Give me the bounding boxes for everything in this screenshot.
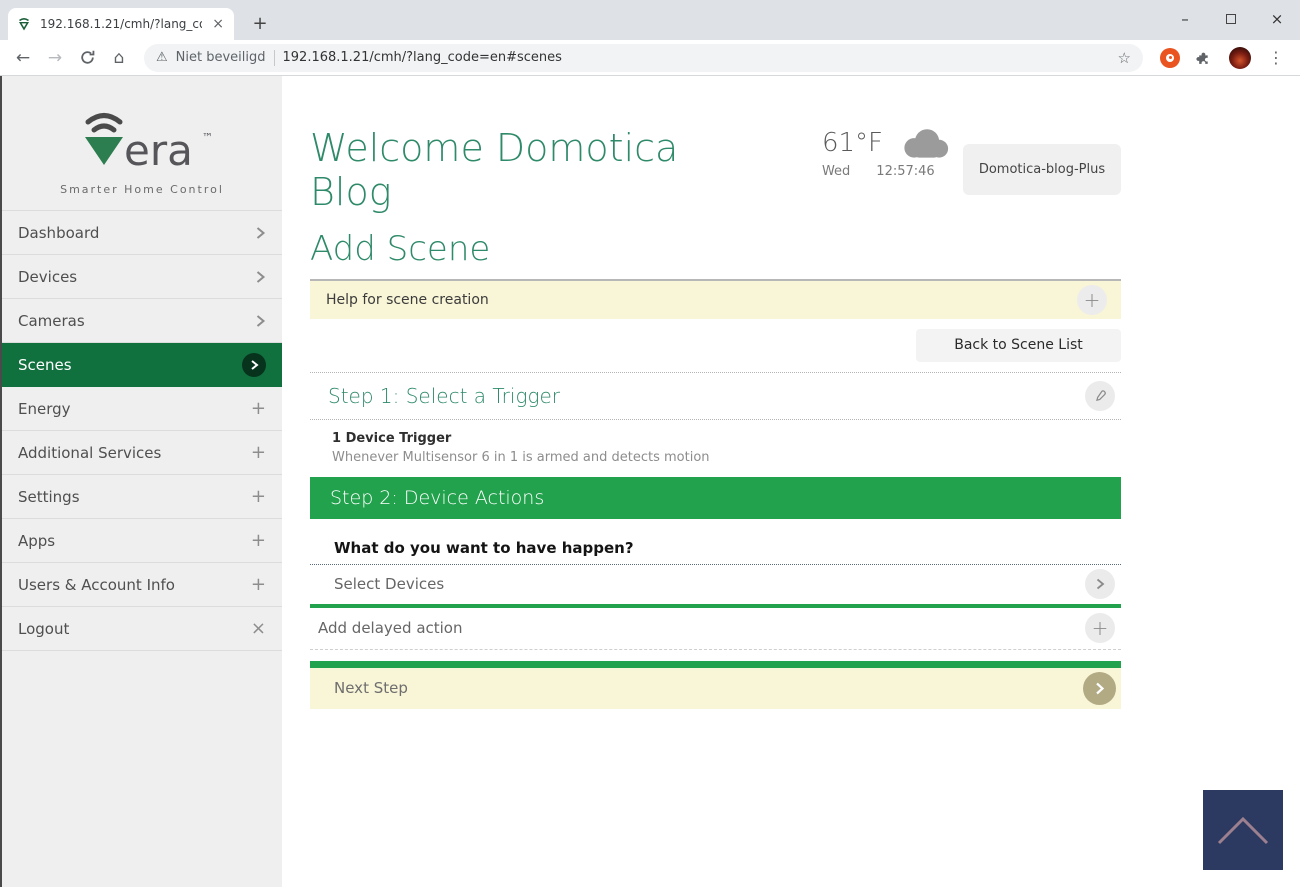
not-secure-warning-icon: ⚠ <box>156 50 168 65</box>
chevron-up-icon <box>1214 813 1272 847</box>
weather-widget: 61°F <box>822 126 949 215</box>
vera-favicon <box>16 16 32 32</box>
add-plus-icon[interactable]: + <box>1085 613 1115 643</box>
scroll-to-top-button[interactable] <box>1203 790 1283 870</box>
trigger-description: Whenever Multisensor 6 in 1 is armed and… <box>332 450 1121 465</box>
reload-icon <box>79 49 96 66</box>
browser-menu-icon[interactable]: ⋮ <box>1262 48 1290 67</box>
weekday: Wed <box>822 164 850 179</box>
extensions-puzzle-icon[interactable] <box>1196 49 1213 66</box>
bookmark-star-icon[interactable]: ☆ <box>1118 49 1131 67</box>
chevron-right-icon <box>255 269 266 285</box>
sidebar-item-settings[interactable]: Settings + <box>2 475 282 519</box>
sidebar-item-cameras[interactable]: Cameras <box>2 299 282 343</box>
step2-title: Step 2: Device Actions <box>330 487 544 509</box>
sidebar-nav: Dashboard Devices Cameras Scenes <box>2 210 282 651</box>
maximize-icon <box>1226 14 1236 24</box>
add-delayed-action-label: Add delayed action <box>318 619 463 637</box>
browser-tab[interactable]: 192.168.1.21/cmh/?lang_code=e × <box>8 8 234 40</box>
step1-header: Step 1: Select a Trigger <box>310 372 1121 420</box>
clock-time: 12:57:46 <box>876 164 934 179</box>
plus-icon: + <box>251 400 266 418</box>
next-chevron-icon[interactable] <box>1083 672 1116 705</box>
sidebar-item-logout[interactable]: Logout × <box>2 607 282 651</box>
help-bar-label: Help for scene creation <box>326 292 489 308</box>
window-minimize-button[interactable]: – <box>1162 0 1208 38</box>
back-to-scene-list-button[interactable]: Back to Scene List <box>916 329 1121 362</box>
controller-select-button[interactable]: Domotica-blog-Plus <box>963 144 1121 195</box>
window-controls: – × <box>1162 0 1300 38</box>
brand-text: era <box>124 126 193 175</box>
chevron-right-circle-icon <box>242 353 266 377</box>
plus-icon: + <box>251 444 266 462</box>
sidebar-item-dashboard[interactable]: Dashboard <box>2 211 282 255</box>
page-title: Add Scene <box>310 229 1121 269</box>
welcome-title: Welcome Domotica Blog <box>310 126 750 215</box>
step1-title: Step 1: Select a Trigger <box>328 384 560 408</box>
cloud-icon <box>897 126 949 160</box>
page-header: Welcome Domotica Blog 61°F <box>310 126 1121 215</box>
address-bar[interactable]: ⚠ Niet beveiligd 192.168.1.21/cmh/?lang_… <box>144 44 1143 72</box>
ubuntu-extension-icon[interactable] <box>1160 48 1180 68</box>
sidebar-item-scenes[interactable]: Scenes <box>2 343 282 387</box>
vera-logo: era ™ Smarter Home Control <box>2 76 282 210</box>
edit-pencil-icon[interactable] <box>1085 381 1115 411</box>
temperature: 61°F <box>822 128 883 158</box>
next-step-button[interactable]: Next Step <box>310 668 1121 709</box>
sidebar-item-additional-services[interactable]: Additional Services + <box>2 431 282 475</box>
vera-app-page: era ™ Smarter Home Control Dashboard Dev… <box>0 76 1300 887</box>
omnibox-divider <box>274 50 275 66</box>
back-button[interactable]: ← <box>10 45 36 71</box>
profile-avatar[interactable] <box>1229 47 1251 69</box>
select-devices-label: Select Devices <box>334 575 444 593</box>
next-step-green-strip <box>310 661 1121 668</box>
plus-icon: + <box>251 488 266 506</box>
chevron-right-icon <box>255 225 266 241</box>
trigger-count: 1 Device Trigger <box>332 431 1121 446</box>
help-for-scene-creation-bar[interactable]: Help for scene creation + <box>310 279 1121 319</box>
plus-icon: + <box>251 532 266 550</box>
browser-toolbar: ← → ⌂ ⚠ Niet beveiligd 192.168.1.21/cmh/… <box>0 40 1300 76</box>
brand-tm: ™ <box>202 131 213 144</box>
trigger-summary: 1 Device Trigger Whenever Multisensor 6 … <box>310 420 1121 473</box>
sidebar-item-energy[interactable]: Energy + <box>2 387 282 431</box>
back-row: Back to Scene List <box>310 329 1121 362</box>
header-widgets: 61°F <box>822 126 1121 215</box>
close-x-icon: × <box>251 620 266 638</box>
sidebar: era ™ Smarter Home Control Dashboard Dev… <box>2 76 282 887</box>
chevron-right-icon <box>255 313 266 329</box>
main-content: Welcome Domotica Blog 61°F <box>282 76 1300 887</box>
select-devices-row[interactable]: Select Devices <box>310 565 1121 608</box>
sidebar-item-users-account-info[interactable]: Users & Account Info + <box>2 563 282 607</box>
window-close-button[interactable]: × <box>1254 0 1300 38</box>
next-step-label: Next Step <box>334 679 408 697</box>
brand-tagline: Smarter Home Control <box>60 183 224 196</box>
reload-button[interactable] <box>74 45 100 71</box>
tab-title: 192.168.1.21/cmh/?lang_code=e <box>40 17 202 31</box>
sidebar-item-apps[interactable]: Apps + <box>2 519 282 563</box>
home-button[interactable]: ⌂ <box>106 45 132 71</box>
step2-header: Step 2: Device Actions <box>310 477 1121 519</box>
url-text[interactable]: 192.168.1.21/cmh/?lang_code=en#scenes <box>283 50 1110 65</box>
browser-tabstrip: 192.168.1.21/cmh/?lang_code=e × + – × <box>0 0 1300 40</box>
forward-button[interactable]: → <box>42 45 68 71</box>
tab-close-icon[interactable]: × <box>210 16 226 32</box>
new-tab-button[interactable]: + <box>248 12 272 36</box>
expand-plus-icon[interactable]: + <box>1077 285 1107 315</box>
window-maximize-button[interactable] <box>1208 0 1254 38</box>
chevron-right-icon[interactable] <box>1085 569 1115 599</box>
device-actions-question: What do you want to have happen? <box>310 539 1121 557</box>
add-delayed-action-row[interactable]: Add delayed action + <box>310 608 1121 650</box>
plus-icon: + <box>251 576 266 594</box>
security-label[interactable]: Niet beveiligd <box>176 50 266 65</box>
sidebar-item-devices[interactable]: Devices <box>2 255 282 299</box>
